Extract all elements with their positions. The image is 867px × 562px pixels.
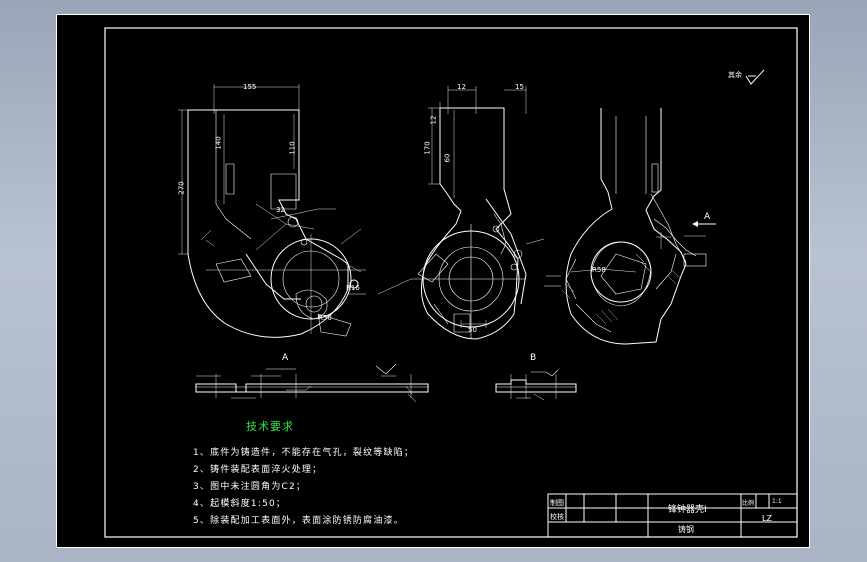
dim-r-b: R50 — [318, 314, 332, 322]
dim-top-left: 155 — [243, 83, 257, 91]
dim-mid-2: 12 — [429, 115, 438, 125]
tech-requirements-title: 技术要求 — [246, 420, 294, 433]
section-view — [544, 108, 707, 345]
cad-drawing: A 其余 A B — [56, 14, 810, 548]
dim-bottom-mid: 50 — [468, 326, 477, 334]
dim-r-a: R16 — [346, 284, 360, 292]
dim-top-mid-1: 12 — [457, 83, 466, 91]
section-arrow-a: A — [692, 212, 716, 227]
detail-a: A — [195, 353, 429, 403]
drawing-number: LZ — [762, 514, 772, 523]
dim-mid-3: 60 — [443, 153, 452, 163]
roughness-note: 其余 — [728, 70, 742, 79]
requirement-item-5: 5、除装配加工表面外，表面涂防锈防腐油漆。 — [193, 516, 404, 526]
dim-top-mid-2: 15 — [515, 83, 524, 91]
arrow-a-label: A — [704, 212, 711, 222]
detail-b: B — [495, 353, 577, 401]
roughness-symbol: 其余 — [728, 69, 765, 85]
side-view — [377, 86, 545, 340]
front-view — [178, 84, 366, 338]
designer-label: 制图 — [550, 499, 564, 507]
requirement-item-2: 2、铸件装配表面淬火处理； — [193, 465, 323, 475]
dim-inner-3: 32 — [276, 206, 285, 214]
dim-inner-1: 140 — [214, 136, 223, 150]
dim-left-height: 270 — [177, 181, 186, 195]
dim-mid-1: 170 — [423, 141, 432, 155]
drawing-canvas[interactable]: A 其余 A B 155 12 15 270 140 110 32 170 12… — [56, 14, 810, 548]
requirement-item-4: 4、起模斜度1:50； — [193, 499, 287, 509]
title-block — [547, 493, 798, 538]
dim-inner-2: 110 — [288, 141, 297, 155]
inner-border — [104, 27, 798, 538]
checker-label: 校核 — [550, 513, 564, 521]
material: 铸钢 — [678, 525, 694, 534]
part-name: 锋钟器壳I — [668, 505, 707, 515]
scale-label: 比例 — [742, 500, 755, 507]
requirement-item-1: 1、底件为铸造件，不能存在气孔，裂纹等缺陷； — [193, 448, 415, 458]
dim-r-c: R58 — [592, 266, 606, 274]
detail-b-label: B — [530, 353, 536, 363]
scale-value: 1:1 — [772, 498, 782, 505]
requirement-item-3: 3、图中未注圆角为C2； — [193, 482, 307, 492]
detail-a-label: A — [282, 353, 289, 363]
